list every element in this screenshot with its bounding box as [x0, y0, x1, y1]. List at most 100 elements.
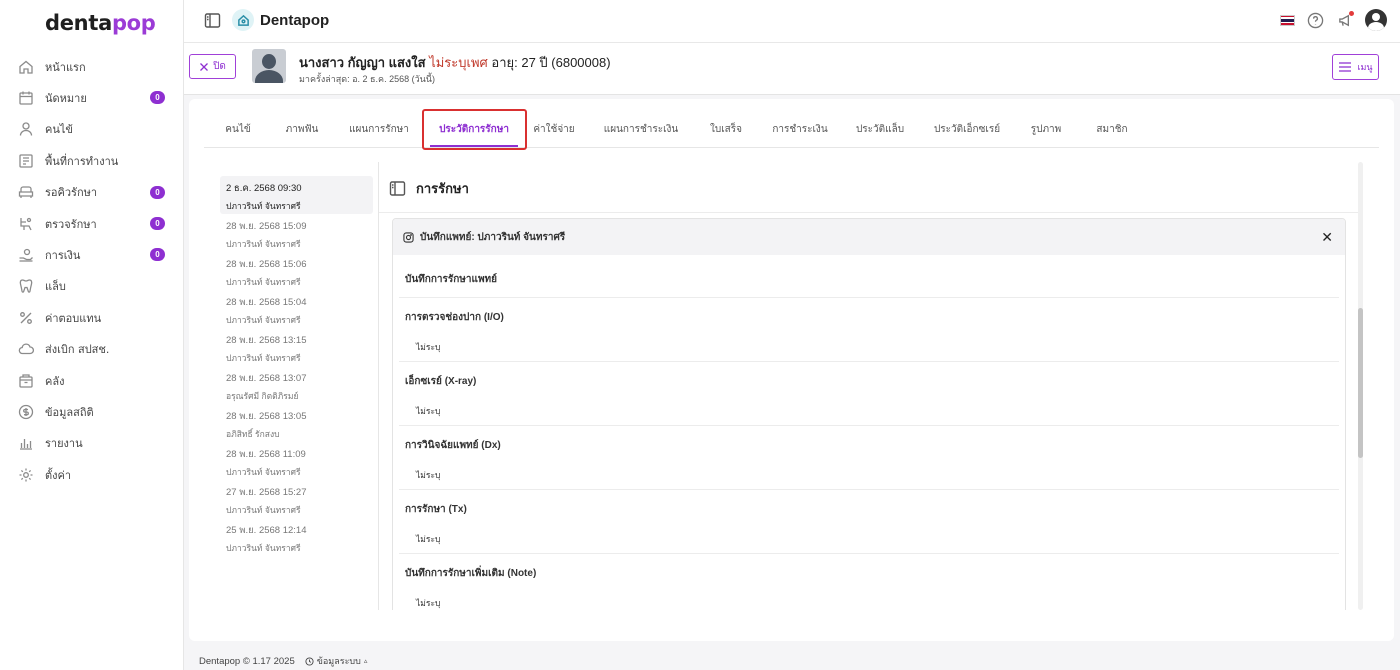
- visit-doctor: อรุณรัศมี กิตติภิรมย์: [226, 391, 299, 401]
- tab-xray-history[interactable]: ประวัติเอ็กซเรย์: [930, 110, 1004, 148]
- tab-patient[interactable]: คนไข้: [220, 110, 256, 148]
- count-badge: 0: [150, 248, 165, 262]
- tab-treatment-plan[interactable]: แผนการรักษา: [348, 110, 410, 148]
- close-icon[interactable]: ✕: [1321, 229, 1333, 246]
- sidebar-item-label: รอคิวรักษา: [45, 186, 98, 200]
- help-icon[interactable]: [1305, 10, 1325, 30]
- visit-doctor: ปภาวรินท์ จันทราศรี: [226, 315, 301, 325]
- sidebar-item-lab[interactable]: แล็บ: [0, 271, 184, 302]
- sidebar-item-appointments[interactable]: นัดหมาย 0: [0, 82, 184, 113]
- system-info-link[interactable]: ข้อมูลระบบ ▵: [305, 654, 368, 668]
- sidebar-item-label: พื้นที่การทำงาน: [45, 154, 119, 168]
- sidebar-item-patients[interactable]: คนไข้: [0, 114, 184, 145]
- dentapop-logo[interactable]: dentapop: [45, 11, 156, 35]
- sidebar-toggle-icon[interactable]: [204, 12, 221, 29]
- visit-item[interactable]: 28 พ.ย. 2568 11:09 ปภาวรินท์ จันทราศรี: [220, 442, 373, 480]
- doctor-note-title: บันทึกแพทย์: ปภาวรินท์ จันทราศรี: [420, 231, 566, 243]
- sidebar-item-commission[interactable]: ค่าตอบแทน: [0, 302, 184, 333]
- sidebar-item-label: แล็บ: [45, 280, 66, 294]
- tooth-icon: [18, 278, 34, 294]
- sidebar-item-label: คนไข้: [45, 123, 73, 137]
- app-name: Dentapop: [260, 12, 330, 29]
- panel-icon: [389, 181, 406, 196]
- sidebar-item-reports[interactable]: รายงาน: [0, 428, 184, 459]
- sidebar-item-finance[interactable]: การเงิน 0: [0, 239, 184, 270]
- section-value: ไม่ระบุ: [416, 534, 441, 544]
- hamburger-icon: [1339, 62, 1352, 72]
- visit-item[interactable]: 25 พ.ย. 2568 12:14 ปภาวรินท์ จันทราศรี: [220, 518, 373, 556]
- visit-item[interactable]: 28 พ.ย. 2568 13:07 อรุณรัศมี กิตติภิรมย์: [220, 366, 373, 404]
- close-label: ปิด: [213, 61, 226, 72]
- sidebar-item-label: นัดหมาย: [45, 92, 87, 106]
- money-hand-icon: [18, 247, 34, 263]
- section-title: การวินิจฉัยแพทย์ (Dx): [405, 440, 501, 451]
- camera-icon: [403, 231, 414, 243]
- cloud-icon: [18, 341, 34, 357]
- visit-date: 27 พ.ย. 2568 15:27: [226, 487, 307, 498]
- tab-expenses[interactable]: ค่าใช้จ่าย: [532, 110, 576, 148]
- sidebar-item-inventory[interactable]: คลัง: [0, 365, 184, 396]
- thai-flag-icon[interactable]: [1280, 14, 1295, 26]
- visit-item[interactable]: 28 พ.ย. 2568 13:05 อภิสิทธิ์ รักสงบ: [220, 404, 373, 442]
- sidebar-item-treatment[interactable]: ตรวจรักษา 0: [0, 208, 184, 239]
- top-bar-actions: [1280, 9, 1387, 31]
- visit-item[interactable]: 28 พ.ย. 2568 15:06 ปภาวรินท์ จันทราศรี: [220, 252, 373, 290]
- visit-date: 28 พ.ย. 2568 15:09: [226, 221, 307, 232]
- menu-button[interactable]: เมนู: [1332, 54, 1379, 80]
- sidebar-item-home[interactable]: หน้าแรก: [0, 51, 184, 82]
- tab-membership[interactable]: สมาชิก: [1092, 110, 1132, 148]
- sidebar-item-nhso-claim[interactable]: ส่งเบิก สปสช.: [0, 334, 184, 365]
- note-section: เอ็กซเรย์ (X-ray) ไม่ระบุ: [399, 362, 1339, 426]
- tab-dental-chart[interactable]: ภาพฟัน: [282, 110, 322, 148]
- visit-item[interactable]: 28 พ.ย. 2568 15:09 ปภาวรินท์ จันทราศรี: [220, 214, 373, 252]
- sidebar-item-label: คลัง: [45, 374, 65, 388]
- patient-gender: ไม่ระบุเพศ: [429, 55, 488, 70]
- user-icon: [18, 121, 34, 137]
- scrollbar-thumb[interactable]: [1358, 308, 1363, 458]
- visit-doctor: ปภาวรินท์ จันทราศรี: [226, 543, 301, 553]
- visit-doctor: ปภาวรินท์ จันทราศรี: [226, 467, 301, 477]
- user-avatar[interactable]: [1365, 9, 1387, 31]
- caret-up-icon: ▵: [363, 658, 368, 665]
- section-title: เอ็กซเรย์ (X-ray): [405, 376, 477, 387]
- tab-lab-history[interactable]: ประวัติแล็บ: [852, 110, 908, 148]
- sidebar-item-waiting-queue[interactable]: รอคิวรักษา 0: [0, 177, 184, 208]
- sidebar-item-label: การเงิน: [45, 249, 81, 263]
- sidebar-item-label: หน้าแรก: [45, 60, 86, 74]
- home-icon: [18, 59, 34, 75]
- visit-item[interactable]: 27 พ.ย. 2568 15:27 ปภาวรินท์ จันทราศรี: [220, 480, 373, 518]
- visit-item[interactable]: 2 ธ.ค. 2568 09:30 ปภาวรินท์ จันทราศรี: [220, 176, 373, 214]
- sidebar-nav: หน้าแรก นัดหมาย 0 คนไข้ พื้นที่การทำงาน …: [0, 51, 184, 490]
- sidebar-item-label: ค่าตอบแทน: [45, 311, 102, 325]
- clock-icon: [305, 656, 314, 666]
- visit-date: 28 พ.ย. 2568 15:06: [226, 259, 307, 270]
- announcement-icon[interactable]: [1335, 10, 1355, 30]
- percent-icon: [18, 310, 34, 326]
- section-value: ไม่ระบุ: [416, 470, 441, 480]
- app-logo-icon: [232, 9, 254, 31]
- gear-icon: [18, 467, 34, 483]
- logo-text-pop: pop: [111, 11, 156, 35]
- sidebar-item-statistics[interactable]: ข้อมูลสถิติ: [0, 396, 184, 427]
- visit-item[interactable]: 28 พ.ย. 2568 13:15 ปภาวรินท์ จันทราศรี: [220, 328, 373, 366]
- dental-chair-icon: [18, 216, 34, 232]
- visit-item[interactable]: 28 พ.ย. 2568 15:04 ปภาวรินท์ จันทราศรี: [220, 290, 373, 328]
- tab-photos[interactable]: รูปภาพ: [1026, 110, 1066, 148]
- workspace-icon: [18, 153, 34, 169]
- sofa-icon: [18, 184, 34, 200]
- visit-doctor: ปภาวรินท์ จันทราศรี: [226, 239, 301, 249]
- sidebar-item-settings[interactable]: ตั้งค่า: [0, 459, 184, 490]
- tab-payment-plan[interactable]: แผนการชำระเงิน: [602, 110, 680, 148]
- close-patient-button[interactable]: ปิด: [189, 54, 236, 79]
- scrollbar[interactable]: [1358, 162, 1363, 610]
- sidebar-item-workspace[interactable]: พื้นที่การทำงาน: [0, 145, 184, 176]
- divider: [379, 212, 1359, 213]
- sidebar-item-label: รายงาน: [45, 437, 83, 451]
- tab-receipts[interactable]: ใบเสร็จ: [704, 110, 748, 148]
- tab-payments[interactable]: การชำระเงิน: [772, 110, 828, 148]
- visit-doctor: ปภาวรินท์ จันทราศรี: [226, 353, 301, 363]
- tab-treatment-history[interactable]: ประวัติการรักษา: [426, 110, 522, 148]
- system-info-label: ข้อมูลระบบ: [316, 656, 361, 666]
- sidebar: dentapop หน้าแรก นัดหมาย 0 คนไข้ พื้นที่…: [0, 0, 184, 670]
- copyright: Dentapop © 1.17 2025: [199, 655, 295, 667]
